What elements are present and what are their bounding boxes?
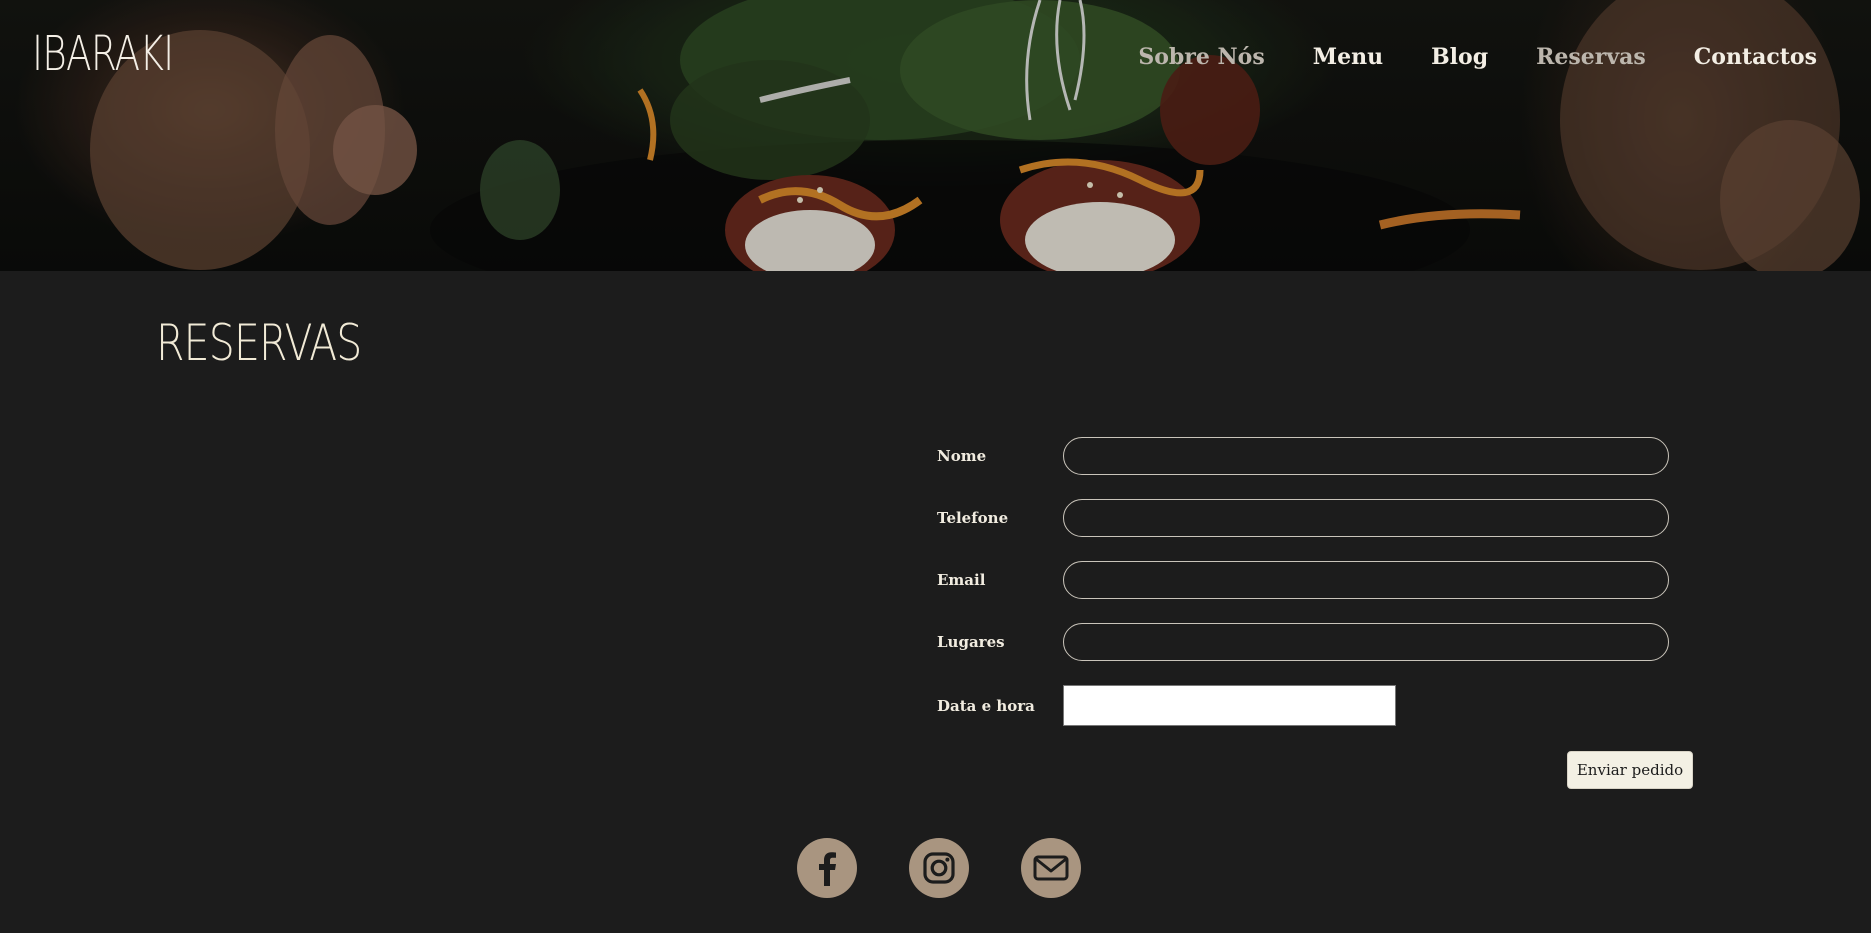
nav-item-sobre-nos[interactable]: Sobre Nós [1138,44,1264,70]
nav-item-menu[interactable]: Menu [1313,44,1383,70]
telefone-label: Telefone [937,509,1009,527]
telefone-input[interactable] [1063,499,1669,537]
page-title: RESERVAS [156,314,362,372]
email-icon [1033,855,1069,881]
nome-label: Nome [937,447,987,465]
data-hora-label: Data e hora [937,696,1035,715]
facebook-icon [819,852,836,886]
form-row-data-hora: Data e hora [937,685,1396,726]
submit-button[interactable]: Enviar pedido [1567,751,1693,789]
brand-logo[interactable]: IBARAKI [32,30,174,78]
facebook-link[interactable] [797,838,857,898]
social-links [797,838,1081,898]
lugares-input[interactable] [1063,623,1669,661]
nav-item-contactos[interactable]: Contactos [1694,44,1817,70]
email-link[interactable] [1021,838,1081,898]
nav-item-blog[interactable]: Blog [1431,44,1488,70]
main-nav: Sobre Nós Menu Blog Reservas Contactos [1138,44,1817,70]
nav-item-reservas[interactable]: Reservas [1536,44,1646,70]
data-hora-input[interactable] [1063,685,1396,726]
form-row-lugares: Lugares [937,623,1669,661]
form-row-telefone: Telefone [937,499,1669,537]
email-input[interactable] [1063,561,1669,599]
instagram-icon [923,852,955,884]
email-label: Email [937,571,986,589]
form-row-nome: Nome [937,437,1669,475]
instagram-link[interactable] [909,838,969,898]
lugares-label: Lugares [937,633,1005,651]
hero-banner: IBARAKI Sobre Nós Menu Blog Reservas Con… [0,0,1871,271]
form-row-email: Email [937,561,1669,599]
nome-input[interactable] [1063,437,1669,475]
